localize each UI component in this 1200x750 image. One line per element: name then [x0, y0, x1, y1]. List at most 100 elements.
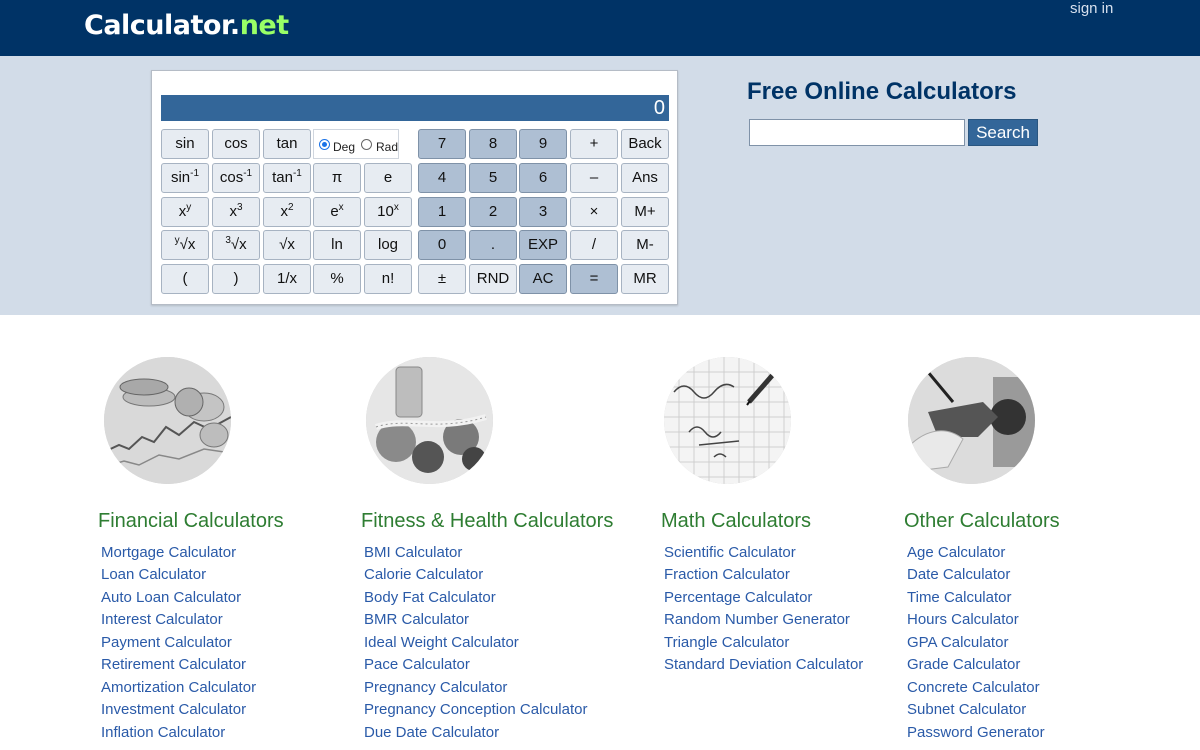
math-image[interactable]: [664, 357, 791, 484]
key-random[interactable]: RND: [469, 264, 517, 294]
link-mortgage-calculator[interactable]: Mortgage Calculator: [101, 544, 236, 561]
key-5[interactable]: 5: [469, 163, 517, 193]
link-percentage-calculator[interactable]: Percentage Calculator: [664, 589, 812, 606]
key-minus[interactable]: –: [570, 163, 618, 193]
link-bmr-calculator[interactable]: BMR Calculator: [364, 611, 469, 628]
key-y-root-x[interactable]: y√x: [161, 230, 209, 260]
key-arcsin[interactable]: sin-1: [161, 163, 209, 193]
key-log[interactable]: log: [364, 230, 412, 260]
link-concrete-calculator[interactable]: Concrete Calculator: [907, 679, 1040, 696]
key-ln[interactable]: ln: [313, 230, 361, 260]
key-sin[interactable]: sin: [161, 129, 209, 159]
link-due-date-calculator[interactable]: Due Date Calculator: [364, 724, 499, 741]
other-image[interactable]: [908, 357, 1035, 484]
key-e[interactable]: e: [364, 163, 412, 193]
key-memory-recall[interactable]: MR: [621, 264, 669, 294]
coins-chart-image: [104, 357, 231, 484]
link-retirement-calculator[interactable]: Retirement Calculator: [101, 656, 246, 673]
link-age-calculator[interactable]: Age Calculator: [907, 544, 1005, 561]
sign-in-link[interactable]: sign in: [1070, 0, 1113, 17]
key-divide[interactable]: /: [570, 230, 618, 260]
key-x-cubed[interactable]: x3: [212, 197, 260, 227]
link-ideal-weight-calculator[interactable]: Ideal Weight Calculator: [364, 634, 519, 651]
key-plus[interactable]: +: [570, 129, 618, 159]
key-ten-pow-x[interactable]: 10x: [364, 197, 412, 227]
link-bmi-calculator[interactable]: BMI Calculator: [364, 544, 462, 561]
key-x-pow-y[interactable]: xy: [161, 197, 209, 227]
link-gpa-calculator[interactable]: GPA Calculator: [907, 634, 1008, 651]
key-close-paren[interactable]: ): [212, 264, 260, 294]
link-inflation-calculator[interactable]: Inflation Calculator: [101, 724, 225, 741]
link-calorie-calculator[interactable]: Calorie Calculator: [364, 566, 483, 583]
category-title-financial[interactable]: Financial Calculators: [98, 510, 284, 533]
search-title: Free Online Calculators: [747, 78, 1017, 105]
link-date-calculator[interactable]: Date Calculator: [907, 566, 1010, 583]
category-title-other[interactable]: Other Calculators: [904, 510, 1060, 533]
key-arctan[interactable]: tan-1: [263, 163, 311, 193]
link-body-fat-calculator[interactable]: Body Fat Calculator: [364, 589, 496, 606]
link-triangle-calculator[interactable]: Triangle Calculator: [664, 634, 789, 651]
link-grade-calculator[interactable]: Grade Calculator: [907, 656, 1020, 673]
key-percent[interactable]: %: [313, 264, 361, 294]
key-cos[interactable]: cos: [212, 129, 260, 159]
key-pi[interactable]: π: [313, 163, 361, 193]
key-all-clear[interactable]: AC: [519, 264, 567, 294]
key-decimal[interactable]: .: [469, 230, 517, 260]
link-pregnancy-calculator[interactable]: Pregnancy Calculator: [364, 679, 507, 696]
key-4[interactable]: 4: [418, 163, 466, 193]
link-interest-calculator[interactable]: Interest Calculator: [101, 611, 223, 628]
key-8[interactable]: 8: [469, 129, 517, 159]
angle-mode-toggle: Deg Rad: [313, 129, 399, 159]
key-e-pow-x[interactable]: ex: [313, 197, 361, 227]
link-standard-deviation-calculator[interactable]: Standard Deviation Calculator: [664, 656, 863, 673]
key-memory-minus[interactable]: M-: [621, 230, 669, 260]
category-title-fitness[interactable]: Fitness & Health Calculators: [361, 510, 613, 533]
link-subnet-calculator[interactable]: Subnet Calculator: [907, 701, 1026, 718]
key-cube-root[interactable]: 3√x: [212, 230, 260, 260]
link-random-number-generator[interactable]: Random Number Generator: [664, 611, 850, 628]
link-scientific-calculator[interactable]: Scientific Calculator: [664, 544, 796, 561]
key-arccos[interactable]: cos-1: [212, 163, 260, 193]
link-pace-calculator[interactable]: Pace Calculator: [364, 656, 470, 673]
search-input[interactable]: [749, 119, 965, 146]
key-2[interactable]: 2: [469, 197, 517, 227]
link-payment-calculator[interactable]: Payment Calculator: [101, 634, 232, 651]
key-tan[interactable]: tan: [263, 129, 311, 159]
key-square-root[interactable]: √x: [263, 230, 311, 260]
key-x-squared[interactable]: x2: [263, 197, 311, 227]
fruit-tape-measure-image: [366, 357, 493, 484]
deg-radio[interactable]: [319, 139, 330, 150]
link-time-calculator[interactable]: Time Calculator: [907, 589, 1011, 606]
key-exp[interactable]: EXP: [519, 230, 567, 260]
link-hours-calculator[interactable]: Hours Calculator: [907, 611, 1019, 628]
key-3[interactable]: 3: [519, 197, 567, 227]
link-investment-calculator[interactable]: Investment Calculator: [101, 701, 246, 718]
link-password-generator[interactable]: Password Generator: [907, 724, 1045, 741]
key-factorial[interactable]: n!: [364, 264, 412, 294]
key-7[interactable]: 7: [418, 129, 466, 159]
key-1[interactable]: 1: [418, 197, 466, 227]
link-fraction-calculator[interactable]: Fraction Calculator: [664, 566, 790, 583]
deg-label: Deg: [333, 140, 356, 154]
link-auto-loan-calculator[interactable]: Auto Loan Calculator: [101, 589, 241, 606]
key-6[interactable]: 6: [519, 163, 567, 193]
financial-image[interactable]: [104, 357, 231, 484]
key-open-paren[interactable]: (: [161, 264, 209, 294]
key-back[interactable]: Back: [621, 129, 669, 159]
link-loan-calculator[interactable]: Loan Calculator: [101, 566, 206, 583]
key-ans[interactable]: Ans: [621, 163, 669, 193]
key-memory-plus[interactable]: M+: [621, 197, 669, 227]
fitness-image[interactable]: [366, 357, 493, 484]
key-9[interactable]: 9: [519, 129, 567, 159]
category-title-math[interactable]: Math Calculators: [661, 510, 811, 533]
key-multiply[interactable]: ×: [570, 197, 618, 227]
key-0[interactable]: 0: [418, 230, 466, 260]
key-reciprocal[interactable]: 1/x: [263, 264, 311, 294]
key-plus-minus[interactable]: ±: [418, 264, 466, 294]
key-equals[interactable]: =: [570, 264, 618, 294]
link-pregnancy-conception-calculator[interactable]: Pregnancy Conception Calculator: [364, 701, 587, 718]
site-logo[interactable]: Calculator.net: [84, 10, 289, 41]
link-amortization-calculator[interactable]: Amortization Calculator: [101, 679, 256, 696]
search-button[interactable]: Search: [968, 119, 1038, 146]
rad-radio[interactable]: [361, 139, 372, 150]
